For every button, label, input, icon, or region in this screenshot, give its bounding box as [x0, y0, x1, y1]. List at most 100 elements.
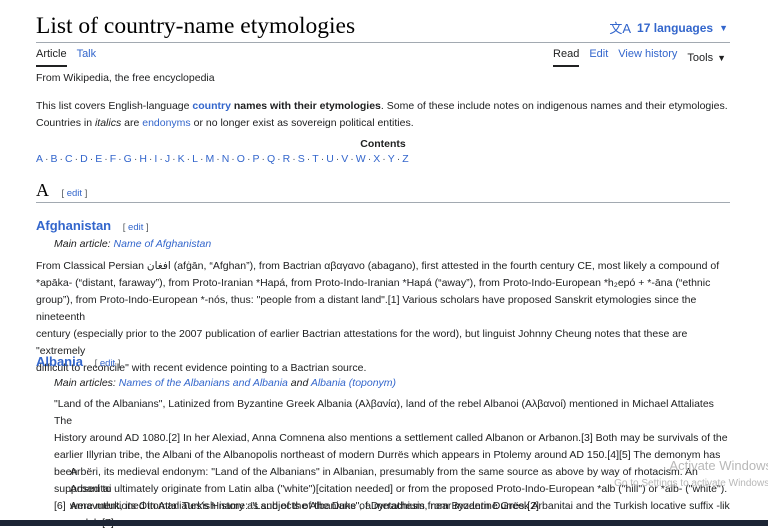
letter-separator: ·: [59, 153, 64, 165]
hatnote-link[interactable]: Albania (toponym): [311, 377, 396, 389]
site-subtitle: From Wikipedia, the free encyclopedia: [36, 72, 215, 84]
hatnote-link[interactable]: Name of Afghanistan: [114, 238, 212, 250]
contents-letters: A · B · C · D · E · F · G · H · I · J · K · L · M · N · O · P · Q · R · S · T ·…: [36, 153, 409, 165]
intro-text: are: [121, 117, 143, 129]
letter-separator: ·: [159, 153, 163, 165]
section-a-heading: A [ edit ]: [36, 180, 730, 203]
edit-afghanistan: [ edit ]: [122, 222, 149, 233]
languages-label: 17 languages: [637, 20, 714, 35]
chevron-down-icon: ▼: [717, 52, 726, 63]
hatnote-and: and: [287, 377, 311, 389]
contents-letter-m[interactable]: M: [205, 153, 214, 165]
paragraph-line: "Land of the Albanians", Latinized from …: [54, 398, 714, 427]
paragraph-line: century (especially prior to the 2007 pu…: [36, 328, 688, 357]
translate-icon: 文A: [609, 21, 632, 36]
page-tabs: Article Talk Read Edit View history Tool…: [36, 42, 730, 67]
contents-letter-h[interactable]: H: [139, 153, 147, 165]
windows-watermark-title: Activate Windows: [669, 458, 768, 473]
tab-view-history[interactable]: View history: [618, 48, 677, 67]
contents-letter-l[interactable]: L: [192, 153, 198, 165]
letter-separator: ·: [320, 153, 325, 165]
tab-article[interactable]: Article: [36, 48, 67, 67]
paragraph-line: difficult to reconcile" with recent evid…: [36, 362, 367, 374]
taskbar: [0, 520, 768, 526]
intro-text: or no longer exist as sovereign politica…: [190, 117, 414, 129]
section-a-letter: A: [36, 180, 49, 200]
letter-separator: ·: [350, 153, 354, 165]
intro-text: This list covers English-language: [36, 100, 193, 112]
letter-separator: ·: [74, 153, 79, 165]
tab-edit[interactable]: Edit: [589, 48, 608, 67]
contents-letter-z[interactable]: Z: [402, 153, 408, 165]
letter-separator: ·: [148, 153, 153, 165]
afghanistan-title[interactable]: Afghanistan: [36, 218, 111, 233]
contents-letter-v[interactable]: V: [341, 153, 348, 165]
contents-letter-q[interactable]: Q: [267, 153, 275, 165]
contents-letter-j[interactable]: J: [165, 153, 170, 165]
letter-separator: ·: [199, 153, 204, 165]
page-title: List of country-name etymologies: [36, 13, 356, 39]
contents-letter-e[interactable]: E: [95, 153, 102, 165]
languages-button[interactable]: 文A 17 languages ▼: [609, 18, 728, 37]
letter-separator: ·: [231, 153, 235, 165]
contents-letter-t[interactable]: T: [312, 153, 318, 165]
letter-separator: ·: [186, 153, 191, 165]
contents-letter-f[interactable]: F: [110, 153, 116, 165]
albania-title[interactable]: Albania: [36, 354, 83, 369]
intro-bold-text: names with their etymologies: [230, 100, 381, 112]
tab-talk[interactable]: Talk: [77, 48, 97, 67]
afghanistan-heading: Afghanistan [ edit ]: [36, 218, 149, 233]
letter-separator: ·: [335, 153, 340, 165]
afghanistan-paragraph: From Classical Persian افغان (afġān, “Af…: [36, 258, 730, 377]
letter-separator: ·: [396, 153, 401, 165]
letter-separator: ·: [216, 153, 220, 165]
letter-separator: ·: [133, 153, 138, 165]
italics-text: italics: [94, 117, 122, 129]
letter-separator: ·: [367, 153, 372, 165]
contents-letter-r[interactable]: R: [283, 153, 291, 165]
contents-letter-p[interactable]: P: [252, 153, 259, 165]
contents-letter-o[interactable]: O: [237, 153, 245, 165]
edit-albania: [ edit ]: [94, 358, 121, 369]
tab-read[interactable]: Read: [553, 48, 580, 67]
paragraph-line: Arnavutluk, its Ottoman Turkish name: "L…: [70, 500, 730, 512]
contents-letter-g[interactable]: G: [124, 153, 132, 165]
edit-link[interactable]: edit: [128, 222, 143, 233]
tools-menu[interactable]: Tools ▼: [687, 48, 726, 67]
paragraph-line: group”), from Proto-Indo-European *-nós,…: [36, 294, 697, 323]
letter-separator: ·: [261, 153, 265, 165]
contents-letter-s[interactable]: S: [298, 153, 305, 165]
intro-paragraph: This list covers English-language countr…: [36, 98, 730, 132]
edit-link[interactable]: edit: [67, 188, 82, 199]
contents-letter-u[interactable]: U: [326, 153, 334, 165]
albania-hatnote: Main articles: Names of the Albanians an…: [54, 377, 396, 389]
contents-letter-b[interactable]: B: [51, 153, 58, 165]
contents-letter-a[interactable]: A: [36, 153, 43, 165]
paragraph-line: *apāka- (“distant, faraway”), from Proto…: [36, 277, 711, 289]
afghanistan-hatnote: Main article: Name of Afghanistan: [54, 238, 211, 250]
contents-letter-d[interactable]: D: [80, 153, 88, 165]
tools-label: Tools: [687, 51, 714, 64]
contents-title: Contents: [360, 138, 406, 150]
contents-letter-w[interactable]: W: [356, 153, 366, 165]
hatnote-label: Main article:: [54, 238, 114, 250]
contents-letter-k[interactable]: K: [178, 153, 185, 165]
letter-separator: ·: [172, 153, 176, 165]
windows-watermark-subtitle: Go to Settings to activate Windows.: [614, 478, 768, 489]
edit-link[interactable]: edit: [100, 358, 115, 369]
contents-letter-n[interactable]: N: [222, 153, 230, 165]
country-link[interactable]: country: [192, 100, 231, 112]
title-row: List of country-name etymologies 文A 17 l…: [36, 12, 730, 42]
hatnote-label: Main articles:: [54, 377, 119, 389]
contents-letter-i[interactable]: I: [154, 153, 157, 165]
hatnote-link[interactable]: Names of the Albanians and Albania: [119, 377, 288, 389]
albania-heading: Albania [ edit ]: [36, 354, 120, 369]
chevron-down-icon: ▼: [719, 22, 728, 33]
endonyms-link[interactable]: endonyms: [142, 117, 190, 129]
arnavutluk-bullet: Arnavutluk, its Ottoman Turkish name: "L…: [70, 498, 730, 532]
contents-letter-c[interactable]: C: [65, 153, 73, 165]
letter-separator: ·: [292, 153, 296, 165]
contents-letter-y[interactable]: Y: [388, 153, 395, 165]
letter-separator: ·: [246, 153, 251, 165]
contents-letter-x[interactable]: X: [373, 153, 380, 165]
